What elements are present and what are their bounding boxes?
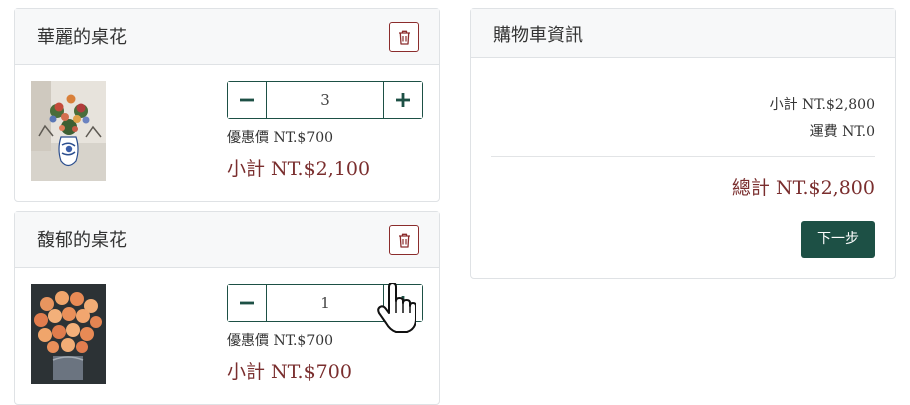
cart-item-title: 華麗的桌花 (37, 27, 127, 48)
trash-icon (398, 233, 410, 248)
next-step-button[interactable]: 下一步 (801, 221, 875, 258)
delete-item-button[interactable] (389, 22, 419, 52)
unit-price: 優惠價 NT.$700 (227, 333, 334, 349)
increase-quantity-button[interactable] (383, 82, 422, 118)
cart-summary-header: 購物車資訊 (471, 9, 895, 58)
cart-item-header: 華麗的桌花 (15, 9, 439, 65)
quantity-input[interactable]: 1 (267, 285, 383, 321)
hand-pointer-icon (377, 283, 416, 333)
unit-price: 優惠價 NT.$700 (227, 130, 334, 146)
plus-icon (396, 93, 410, 107)
decrease-quantity-button[interactable] (228, 82, 267, 118)
summary-total: 總計 NT.$2,800 (731, 177, 875, 199)
cart-summary-card: 購物車資訊 小計 NT.$2,800 運費 NT.0 總計 NT.$2,800 … (470, 8, 896, 279)
cart-item-card: 華麗的桌花 3 優惠價 NT.$700 小計 NT.$2,100 (14, 8, 440, 202)
minus-icon (240, 98, 254, 102)
summary-divider (491, 156, 875, 157)
quantity-stepper[interactable]: 3 (227, 81, 423, 119)
cart-item-header: 馥郁的桌花 (15, 212, 439, 268)
summary-shipping: 運費 NT.0 (809, 124, 875, 140)
minus-icon (240, 301, 254, 305)
decrease-quantity-button[interactable] (228, 285, 267, 321)
product-image-flowers[interactable] (31, 81, 106, 181)
quantity-input[interactable]: 3 (267, 82, 383, 118)
cart-summary-title: 購物車資訊 (493, 25, 583, 46)
product-image-roses[interactable] (31, 284, 106, 384)
delete-item-button[interactable] (389, 225, 419, 255)
summary-subtotal: 小計 NT.$2,800 (769, 97, 875, 113)
item-subtotal: 小計 NT.$2,100 (227, 158, 371, 180)
cart-item-title: 馥郁的桌花 (37, 230, 127, 251)
item-subtotal: 小計 NT.$700 (227, 361, 352, 383)
trash-icon (398, 30, 410, 45)
